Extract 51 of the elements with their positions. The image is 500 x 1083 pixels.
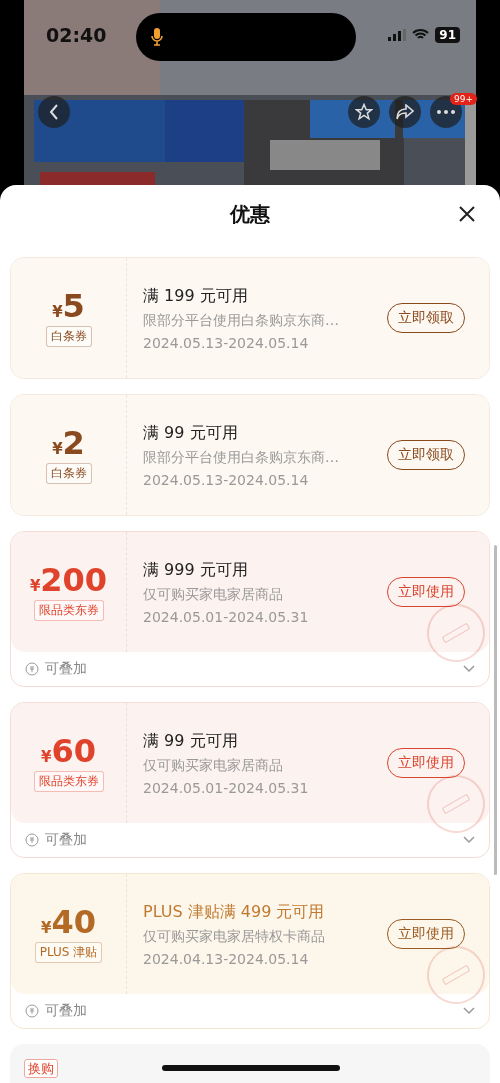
coupon-dates: 2024.05.13-2024.05.14	[143, 471, 310, 488]
star-icon	[355, 103, 373, 121]
currency-symbol: ¥	[52, 439, 63, 458]
coupon-dates: 2024.05.01-2024.05.31	[143, 779, 310, 796]
coupon-condition: 满 99 元可用	[143, 730, 239, 752]
coupon-scope: 仅可购买家电家居商品	[143, 585, 284, 604]
signal-icon	[388, 29, 407, 41]
coupon-condition: 满 999 元可用	[143, 559, 249, 581]
coupon-dates: 2024.05.13-2024.05.14	[143, 334, 310, 351]
coupon-amount: 40	[51, 905, 96, 938]
stackable-label: 可叠加	[45, 1002, 88, 1020]
sheet-title: 优惠	[230, 200, 270, 228]
coupon-type-tag: 限品类东券	[33, 770, 104, 792]
currency-symbol: ¥	[29, 576, 41, 595]
share-icon	[396, 104, 414, 120]
coupon-amount: 2	[62, 426, 85, 459]
coupon-condition: 满 99 元可用	[143, 422, 239, 444]
status-time: 02:40	[46, 24, 107, 46]
wifi-icon	[412, 29, 430, 41]
coupon-amount: 60	[51, 734, 96, 767]
currency-symbol: ¥	[41, 747, 52, 766]
coupon-amount: 5	[62, 289, 85, 322]
coupon-type-tag: PLUS 津贴	[34, 941, 103, 963]
coupon-scope: 仅可购买家电家居特权卡商品	[143, 927, 326, 946]
stack-icon	[25, 833, 39, 847]
chevron-down-icon[interactable]	[463, 1007, 475, 1015]
coupon-scope: 限部分平台使用白条购京东商…	[143, 311, 340, 330]
coupon-condition: 满 199 元可用	[143, 285, 249, 307]
battery-level: 91	[435, 27, 460, 43]
coupon-scope: 仅可购买家电家居商品	[143, 756, 284, 775]
chevron-down-icon[interactable]	[463, 665, 475, 673]
more-icon	[437, 110, 455, 114]
stack-icon	[25, 1004, 39, 1018]
microphone-icon	[150, 27, 164, 47]
coupon-dates: 2024.04.13-2024.05.14	[143, 950, 310, 967]
stackable-label: 可叠加	[45, 831, 88, 849]
coupon-type-tag: 白条券	[45, 462, 92, 484]
coupon-condition: PLUS 津贴满 499 元可用	[143, 901, 326, 923]
currency-symbol: ¥	[41, 918, 52, 937]
coupon-scope: 限部分平台使用白条购京东商…	[143, 448, 340, 467]
coupon-dates: 2024.05.01-2024.05.31	[143, 608, 310, 625]
notification-badge: 99+	[450, 93, 477, 105]
coupon-amount: 200	[40, 563, 108, 596]
trade-in-tag: 换购	[24, 1059, 58, 1078]
stackable-label: 可叠加	[45, 660, 88, 678]
coupon-type-tag: 限品类东券	[33, 599, 104, 621]
back-icon	[49, 104, 59, 120]
stack-icon	[25, 662, 39, 676]
currency-symbol: ¥	[52, 302, 63, 321]
coupon-type-tag: 白条券	[45, 325, 92, 347]
chevron-down-icon[interactable]	[463, 836, 475, 844]
